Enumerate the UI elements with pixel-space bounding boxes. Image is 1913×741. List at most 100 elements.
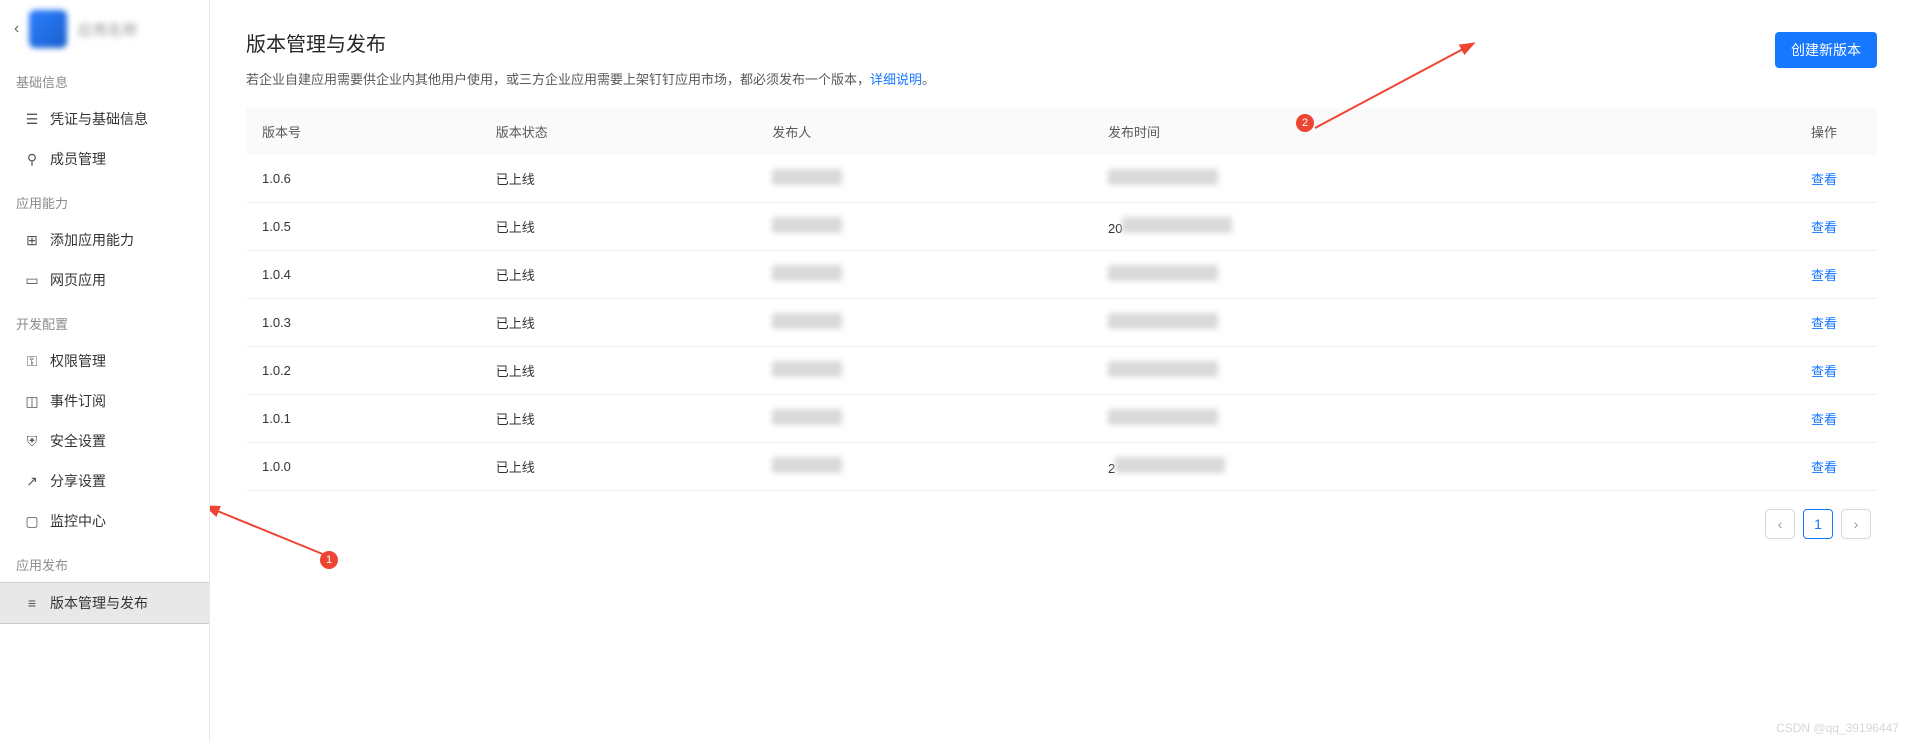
sidebar-item-2-1[interactable]: ◫ 事件订阅: [0, 381, 209, 421]
sidebar: ‹ 应用名称 基础信息 ☰ 凭证与基础信息 ⚲成员管理应用能力 ⊞ 添加应用能力 ▭ 网页应用…: [0, 0, 210, 741]
table-cell: 20: [1092, 203, 1607, 251]
version-table: 版本号版本状态发布人发布时间操作 1.0.6已上线查看1.0.5已上线20查看1…: [246, 108, 1877, 491]
table-row: 1.0.5已上线 20 查看: [246, 203, 1877, 251]
sidebar-item-label: 凭证与基础信息: [50, 109, 148, 129]
annotation-badge-2: 2: [1296, 114, 1314, 132]
view-link[interactable]: 查看: [1811, 316, 1837, 331]
table-cell: 已上线: [480, 395, 757, 443]
desc-suffix: 。: [922, 72, 935, 87]
table-cell: [1092, 299, 1607, 347]
table-cell: 查看: [1607, 443, 1877, 491]
view-link[interactable]: 查看: [1811, 364, 1837, 379]
table-cell: 查看: [1607, 347, 1877, 395]
sidebar-item-label: 事件订阅: [50, 391, 106, 411]
permission-icon: ⚿: [24, 353, 40, 369]
page-title: 版本管理与发布: [246, 28, 1877, 57]
table-row: 1.0.2已上线 查看: [246, 347, 1877, 395]
table-row: 1.0.4已上线 查看: [246, 251, 1877, 299]
sidebar-item-label: 成员管理: [50, 149, 106, 169]
table-cell: [1092, 347, 1607, 395]
table-cell: 已上线: [480, 203, 757, 251]
table-cell: [756, 251, 1092, 299]
table-row: 1.0.3已上线 查看: [246, 299, 1877, 347]
sidebar-item-label: 安全设置: [50, 431, 106, 451]
page-prev-button[interactable]: ‹: [1765, 509, 1795, 539]
table-cell: 查看: [1607, 395, 1877, 443]
pagination: ‹ 1 ›: [246, 509, 1877, 539]
view-link[interactable]: 查看: [1811, 268, 1837, 283]
table-cell: [756, 203, 1092, 251]
sidebar-item-label: 监控中心: [50, 511, 106, 531]
section-label: 应用发布: [0, 541, 209, 582]
table-header: 发布人: [756, 108, 1092, 155]
table-cell: 1.0.4: [246, 251, 480, 299]
table-cell: 1.0.2: [246, 347, 480, 395]
sidebar-item-2-3[interactable]: ↗ 分享设置: [0, 461, 209, 501]
table-cell: 2: [1092, 443, 1607, 491]
annotation-badge-1: 1: [320, 551, 338, 569]
table-cell: 1.0.3: [246, 299, 480, 347]
section-label: 基础信息: [0, 58, 209, 99]
view-link[interactable]: 查看: [1811, 220, 1837, 235]
share-icon: ↗: [24, 473, 40, 489]
sidebar-item-2-0[interactable]: ⚿ 权限管理: [0, 341, 209, 381]
sidebar-header: ‹ 应用名称: [0, 0, 209, 58]
desc-text: 若企业自建应用需要供企业内其他用户使用，或三方企业应用需要上架钉钉应用市场，都必…: [246, 72, 870, 87]
sidebar-item-1-1[interactable]: ▭ 网页应用: [0, 260, 209, 300]
table-cell: 1.0.5: [246, 203, 480, 251]
security-icon: ⛨: [24, 433, 40, 449]
webapp-icon: ▭: [24, 272, 40, 288]
table-cell: 查看: [1607, 299, 1877, 347]
view-link[interactable]: 查看: [1811, 172, 1837, 187]
create-version-button[interactable]: 创建新版本: [1775, 32, 1877, 68]
detail-link[interactable]: 详细说明: [870, 72, 922, 87]
table-cell: 已上线: [480, 299, 757, 347]
app-name: 应用名称: [77, 19, 137, 40]
sidebar-item-label: 权限管理: [50, 351, 106, 371]
table-cell: 查看: [1607, 251, 1877, 299]
sidebar-item-0-0[interactable]: ☰ 凭证与基础信息: [0, 99, 209, 139]
table-row: 1.0.0已上线2查看: [246, 443, 1877, 491]
sidebar-item-label: 添加应用能力: [50, 230, 134, 250]
event-icon: ◫: [24, 393, 40, 409]
table-cell: 已上线: [480, 251, 757, 299]
sidebar-item-0-1[interactable]: ⚲成员管理: [0, 139, 209, 179]
table-cell: [1092, 155, 1607, 203]
sidebar-item-label: 分享设置: [50, 471, 106, 491]
table-cell: [1092, 395, 1607, 443]
table-cell: 查看: [1607, 155, 1877, 203]
page-number-button[interactable]: 1: [1803, 509, 1833, 539]
sidebar-item-2-4[interactable]: ▢监控中心: [0, 501, 209, 541]
main-content: 版本管理与发布 若企业自建应用需要供企业内其他用户使用，或三方企业应用需要上架钉…: [210, 0, 1913, 741]
page-next-button[interactable]: ›: [1841, 509, 1871, 539]
table-cell: [756, 443, 1092, 491]
sidebar-item-2-2[interactable]: ⛨ 安全设置: [0, 421, 209, 461]
table-row: 1.0.1已上线查看: [246, 395, 1877, 443]
table-cell: 1.0.6: [246, 155, 480, 203]
view-link[interactable]: 查看: [1811, 460, 1837, 475]
back-arrow-icon[interactable]: ‹: [14, 20, 19, 38]
sidebar-item-label: 网页应用: [50, 270, 106, 290]
table-row: 1.0.6已上线 查看: [246, 155, 1877, 203]
version-icon: ≡: [24, 595, 40, 611]
sidebar-item-3-0[interactable]: ≡ 版本管理与发布: [0, 582, 209, 624]
table-cell: [756, 347, 1092, 395]
ability-icon: ⊞: [24, 232, 40, 248]
table-cell: 已上线: [480, 155, 757, 203]
app-logo: [29, 10, 67, 48]
table-cell: [1092, 251, 1607, 299]
view-link[interactable]: 查看: [1811, 412, 1837, 427]
table-header: 操作: [1607, 108, 1877, 155]
table-cell: 查看: [1607, 203, 1877, 251]
table-cell: 已上线: [480, 347, 757, 395]
table-header: 版本状态: [480, 108, 757, 155]
table-cell: [756, 395, 1092, 443]
section-label: 应用能力: [0, 179, 209, 220]
table-cell: 1.0.0: [246, 443, 480, 491]
sidebar-item-label: 版本管理与发布: [50, 593, 148, 613]
table-header: 版本号: [246, 108, 480, 155]
credential-icon: ☰: [24, 111, 40, 127]
watermark: CSDN @qq_39196447: [1776, 721, 1899, 735]
sidebar-item-1-0[interactable]: ⊞ 添加应用能力: [0, 220, 209, 260]
table-cell: [756, 155, 1092, 203]
